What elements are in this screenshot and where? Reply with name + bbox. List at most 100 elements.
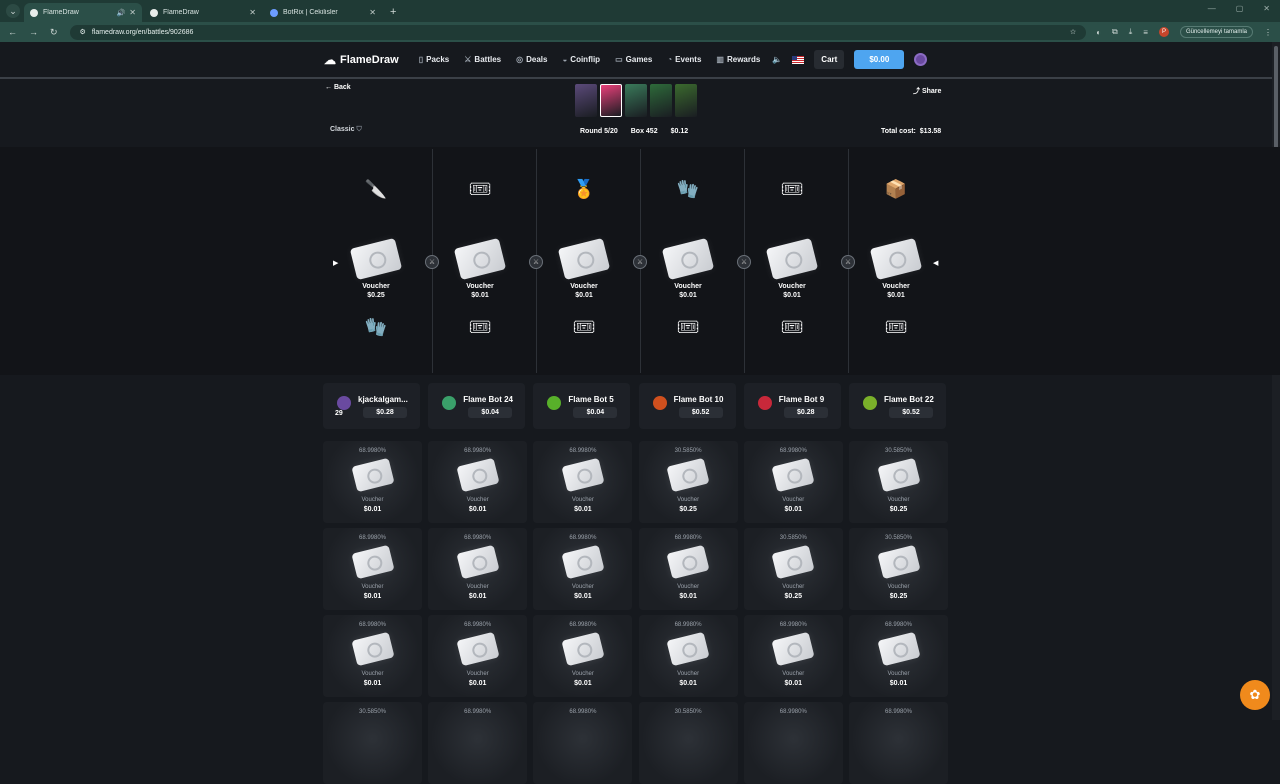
- balance-button[interactable]: $0.00: [854, 50, 905, 69]
- back-arrow-icon[interactable]: ←: [8, 27, 17, 37]
- extensions-icon[interactable]: ⧉: [1112, 27, 1118, 37]
- box-thumbnail[interactable]: [575, 84, 597, 117]
- item-price: $0.25: [889, 506, 908, 513]
- total-cost: Total cost: $13.58: [881, 128, 941, 135]
- round-item-card[interactable]: 68.9980% Voucher $0.01: [323, 615, 422, 697]
- nav-rewards[interactable]: ▥ Rewards: [716, 55, 760, 64]
- total-label: Total cost:: [881, 128, 916, 135]
- voucher-image: [349, 237, 403, 281]
- nav-coinflip[interactable]: ◒ Coinflip: [562, 55, 600, 64]
- main-menu: ▯ Packs ⚔ Battles ◎ Deals ◒ Coinflip ▭ Games …: [419, 55, 761, 64]
- support-button[interactable]: ✿: [1240, 680, 1270, 710]
- new-tab-button[interactable]: +: [390, 6, 396, 18]
- player-card[interactable]: Flame Bot 10 $0.52: [638, 383, 736, 429]
- round-item-card[interactable]: 30.5850%: [638, 702, 738, 784]
- forward-arrow-icon[interactable]: →: [29, 27, 38, 37]
- round-item-card[interactable]: 68.9980% Voucher $0.01: [323, 528, 422, 610]
- voucher-image: [350, 457, 395, 493]
- item-price: $0.01: [679, 593, 697, 600]
- us-flag-icon[interactable]: [792, 55, 805, 64]
- round-counter: Round 5/20: [580, 128, 618, 135]
- voucher-image: [765, 237, 819, 281]
- profile-avatar[interactable]: P: [1158, 27, 1169, 37]
- round-item-card[interactable]: 68.9980% Voucher $0.01: [638, 528, 738, 610]
- round-item-card[interactable]: 68.9980% Voucher $0.01: [428, 441, 528, 523]
- round-item-card[interactable]: 68.9980%: [533, 702, 633, 784]
- round-item-card[interactable]: 68.9980% Voucher $0.01: [743, 615, 843, 697]
- address-bar: ← → ↻ ⚙ flamedraw.org/en/battles/902686 …: [0, 22, 1280, 42]
- round-item-card[interactable]: 68.9980% Voucher $0.01: [323, 441, 422, 523]
- flamedraw-favicon: [150, 8, 158, 17]
- speaker-icon[interactable]: 🔊: [117, 9, 126, 17]
- round-item-card[interactable]: 68.9980%: [428, 702, 528, 784]
- browser-tab-3[interactable]: BotRix | Cekilisler ✕: [264, 3, 382, 22]
- player-card[interactable]: kjackalgam... $0.28 29: [323, 383, 420, 429]
- box-thumbnail[interactable]: [625, 84, 647, 117]
- round-item-card[interactable]: 68.9980% Voucher $0.01: [428, 528, 528, 610]
- round-item-card[interactable]: 68.9980% Voucher $0.01: [849, 615, 948, 697]
- tab-list-button[interactable]: ⌄: [6, 4, 20, 18]
- round-item-card[interactable]: 68.9980%: [743, 702, 843, 784]
- round-item-card[interactable]: 68.9980% Voucher $0.01: [428, 615, 528, 697]
- voucher-image: [561, 457, 605, 493]
- battle-header: ← Back ⤴ Share Classic ⛉ Round 5/20 Box …: [0, 79, 1280, 147]
- flame-icon: ☁: [324, 52, 336, 67]
- maximize-icon[interactable]: ▢: [1236, 4, 1244, 13]
- url-field[interactable]: ⚙ flamedraw.org/en/battles/902686 ☆: [69, 24, 1087, 40]
- player-avatar: [863, 396, 877, 410]
- round-item-card[interactable]: 68.9980% Voucher $0.01: [533, 615, 633, 697]
- item-name: Voucher: [782, 584, 805, 590]
- user-avatar[interactable]: [914, 53, 928, 66]
- close-window-icon[interactable]: ✕: [1263, 4, 1270, 13]
- voucher-image: [771, 544, 815, 580]
- nav-deals[interactable]: ◎ Deals: [516, 55, 547, 64]
- close-tab-icon[interactable]: ✕: [249, 8, 256, 17]
- download-icon[interactable]: ⤓: [1129, 27, 1133, 37]
- round-item-card[interactable]: 30.5850% Voucher $0.25: [638, 441, 738, 523]
- voucher-image: [456, 457, 500, 493]
- round-item-card[interactable]: 68.9980%: [849, 702, 948, 784]
- back-button[interactable]: ← Back: [325, 84, 351, 91]
- round-item-card[interactable]: 30.5850%: [323, 702, 422, 784]
- round-item-card[interactable]: 68.9980% Voucher $0.01: [638, 615, 738, 697]
- item-odds: 30.5850%: [674, 709, 702, 715]
- nav-packs[interactable]: ▯ Packs: [419, 55, 450, 64]
- logo[interactable]: ☁ FlameDraw: [324, 53, 399, 67]
- reading-list-icon[interactable]: ≡: [1143, 28, 1148, 37]
- update-button[interactable]: Güncellemeyi tamamla: [1179, 26, 1253, 38]
- minimize-icon[interactable]: —: [1208, 4, 1216, 13]
- site-info-icon[interactable]: ⚙: [80, 28, 86, 36]
- round-item-card[interactable]: 30.5850% Voucher $0.25: [849, 441, 948, 523]
- winning-slot: Voucher $0.25: [326, 237, 426, 299]
- item-odds: 30.5850%: [358, 709, 387, 715]
- box-thumbnail[interactable]: [650, 84, 672, 117]
- player-card[interactable]: Flame Bot 9 $0.28: [743, 383, 841, 429]
- cart-button[interactable]: Cart: [814, 50, 845, 69]
- item-price: $0.01: [574, 680, 592, 687]
- box-thumbnail[interactable]: [600, 84, 622, 117]
- round-item-card[interactable]: 68.9980% Voucher $0.01: [533, 528, 633, 610]
- bookmark-star-icon[interactable]: ☆: [1070, 28, 1076, 36]
- reload-icon[interactable]: ↻: [50, 27, 58, 38]
- share-button[interactable]: ⤴ Share: [913, 86, 941, 96]
- browser-tab-2[interactable]: FlameDraw ✕: [144, 3, 262, 22]
- close-tab-icon[interactable]: ✕: [129, 8, 136, 17]
- round-item-card[interactable]: 68.9980% Voucher $0.01: [533, 441, 633, 523]
- player-card[interactable]: Flame Bot 22 $0.52: [849, 383, 946, 429]
- box-thumbnail[interactable]: [675, 84, 697, 117]
- round-item-card[interactable]: 30.5850% Voucher $0.25: [849, 528, 948, 610]
- item-name: Voucher: [361, 497, 384, 503]
- translate-icon[interactable]: ◐: [1096, 28, 1101, 37]
- voucher-image: [661, 237, 715, 281]
- browser-menu-icon[interactable]: ⋮: [1264, 28, 1272, 37]
- round-item-card[interactable]: 68.9980% Voucher $0.01: [743, 441, 843, 523]
- player-card[interactable]: Flame Bot 24 $0.04: [428, 383, 526, 429]
- round-item-card[interactable]: 30.5850% Voucher $0.25: [743, 528, 843, 610]
- nav-games[interactable]: ▭ Games: [615, 55, 652, 64]
- sound-icon[interactable]: 🔈: [772, 55, 782, 64]
- nav-battles[interactable]: ⚔ Battles: [464, 55, 501, 64]
- nav-events[interactable]: ◔ Events: [667, 55, 701, 64]
- player-card[interactable]: Flame Bot 5 $0.04: [533, 383, 631, 429]
- browser-tab-1[interactable]: FlameDraw 🔊 ✕: [24, 3, 142, 22]
- close-tab-icon[interactable]: ✕: [369, 8, 376, 17]
